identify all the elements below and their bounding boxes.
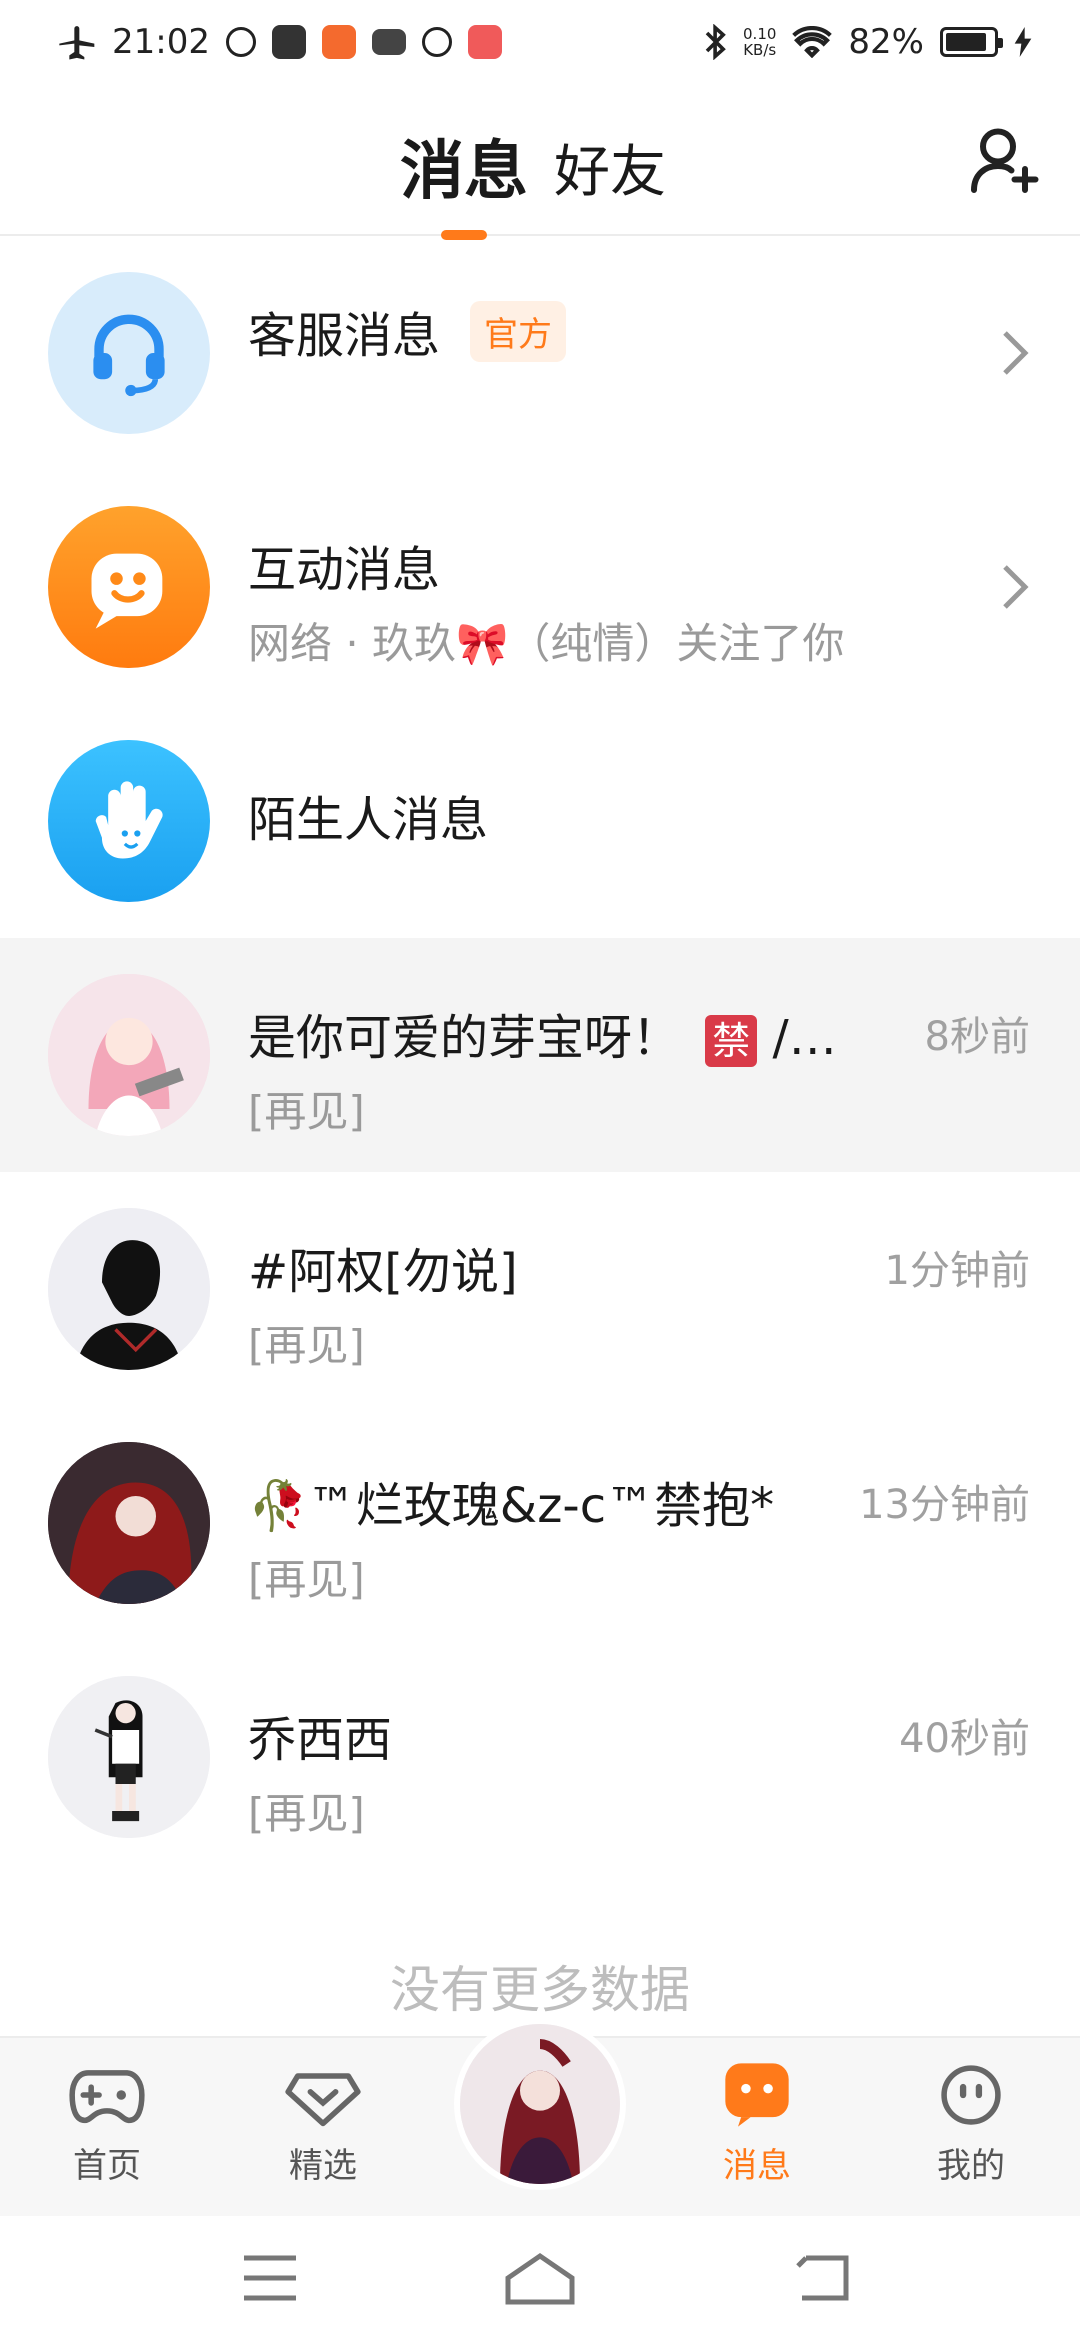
avatar	[48, 1676, 210, 1838]
nav-messages[interactable]: 消息	[682, 2062, 832, 2187]
nav-featured[interactable]: 精选	[248, 2062, 398, 2187]
chat-bubble-icon	[91, 553, 163, 629]
chevron-right-icon	[1003, 565, 1029, 609]
app-notification-icon	[467, 25, 502, 59]
header: 消息 好友	[0, 84, 1080, 240]
gamepad-icon	[69, 2070, 145, 2124]
chat-name: 是你可爱的芽宝呀！ 禁 /…	[248, 1010, 837, 1067]
airplane-mode-icon	[59, 26, 95, 60]
tab-friends[interactable]: 好友	[554, 127, 666, 212]
battery-icon	[940, 27, 1003, 57]
chat-row[interactable]: 是你可爱的芽宝呀！ 禁 /… [再见] 8秒前	[0, 938, 1080, 1172]
message-list: 客服消息 官方 互动消息 网络 · 玖玖🎀（纯情）关注了你 陌生人消息 是你可爱…	[0, 236, 1080, 1874]
row-title: 互动消息	[248, 542, 441, 598]
official-badge: 官方	[470, 300, 567, 362]
nav-label: 消息	[723, 2146, 791, 2186]
app-notification-icon	[225, 27, 256, 57]
chat-time: 13分钟前	[859, 1482, 1030, 1528]
menu-icon[interactable]	[240, 2250, 300, 2306]
chat-row[interactable]: 🥀™烂玫瑰&z-c™禁抱* [再见] 13分钟前	[0, 1406, 1080, 1640]
list-item-interaction[interactable]: 互动消息 网络 · 玖玖🎀（纯情）关注了你	[0, 470, 1080, 704]
silhouette-avatar-image	[48, 1208, 210, 1370]
wifi-icon	[792, 26, 833, 58]
back-icon[interactable]	[794, 2250, 854, 2306]
nav-home[interactable]: 首页	[32, 2062, 182, 2187]
bluetooth-icon	[705, 24, 726, 60]
nav-label: 我的	[937, 2146, 1005, 2186]
home-icon[interactable]	[504, 2250, 576, 2306]
chat-row[interactable]: #阿权[勿说] [再见] 1分钟前	[0, 1172, 1080, 1406]
system-nav-bar	[0, 2216, 1080, 2340]
avatar	[48, 1442, 210, 1604]
list-item-customer-service[interactable]: 客服消息 官方	[0, 236, 1080, 470]
status-time: 21:02	[112, 22, 210, 62]
book-icon	[371, 29, 406, 55]
network-speed: 0.10 KB/s	[743, 25, 777, 59]
chat-preview: [再见]	[248, 1321, 365, 1370]
smiley-face-icon	[941, 2065, 1001, 2125]
message-bubble-icon	[725, 2063, 789, 2127]
app-notification-icon	[271, 25, 306, 59]
chevron-right-icon	[1003, 331, 1029, 375]
chat-preview: [再见]	[248, 1555, 365, 1604]
center-avatar-button[interactable]	[454, 2018, 626, 2190]
ban-icon: 禁	[705, 1015, 758, 1067]
user-avatar-image	[460, 2024, 620, 2184]
tab-messages[interactable]: 消息	[400, 120, 528, 240]
status-bar: 21:02 0.10 KB/s 82%	[0, 0, 1080, 84]
header-tabs: 消息 好友	[400, 120, 666, 240]
play-icon	[421, 27, 452, 57]
diamond-heart-icon	[285, 2073, 361, 2127]
bottom-nav: 首页 精选 消息 我的	[0, 2018, 1080, 2216]
anime-girl-avatar-image	[48, 974, 210, 1136]
chat-preview: [再见]	[248, 1789, 365, 1838]
chat-name: 🥀™烂玫瑰&z-c™禁抱*	[248, 1478, 775, 1534]
chat-row[interactable]: 乔西西 [再见] 40秒前	[0, 1640, 1080, 1874]
avatar	[48, 974, 210, 1136]
interaction-avatar	[48, 506, 210, 668]
nav-label: 首页	[73, 2146, 141, 2186]
chat-name: 乔西西	[248, 1712, 393, 1768]
avatar	[48, 1208, 210, 1370]
row-title: 陌生人消息	[248, 792, 489, 848]
nav-label: 精选	[289, 2146, 357, 2186]
chat-preview: [再见]	[248, 1087, 365, 1136]
headset-icon	[93, 314, 165, 397]
chat-time: 1分钟前	[884, 1248, 1030, 1294]
chat-time: 8秒前	[924, 1014, 1030, 1060]
battery-percent: 82%	[848, 22, 924, 62]
red-hair-avatar-image	[48, 1442, 210, 1604]
nav-mine[interactable]: 我的	[896, 2062, 1046, 2187]
girl-figure-avatar-image	[48, 1676, 210, 1838]
row-title: 客服消息	[248, 308, 441, 364]
charging-icon	[1014, 27, 1032, 57]
chat-time: 40秒前	[899, 1716, 1030, 1762]
add-friend-icon[interactable]	[968, 124, 1040, 196]
row-subtitle: 网络 · 玖玖🎀（纯情）关注了你	[248, 619, 845, 668]
app-notification-icon	[321, 25, 356, 59]
waving-hand-icon	[95, 781, 163, 859]
list-item-stranger[interactable]: 陌生人消息	[0, 704, 1080, 938]
chat-name: #阿权[勿说]	[248, 1244, 518, 1300]
no-more-data-label: 没有更多数据	[390, 1961, 690, 2019]
stranger-avatar	[48, 740, 210, 902]
customer-service-avatar	[48, 272, 210, 434]
